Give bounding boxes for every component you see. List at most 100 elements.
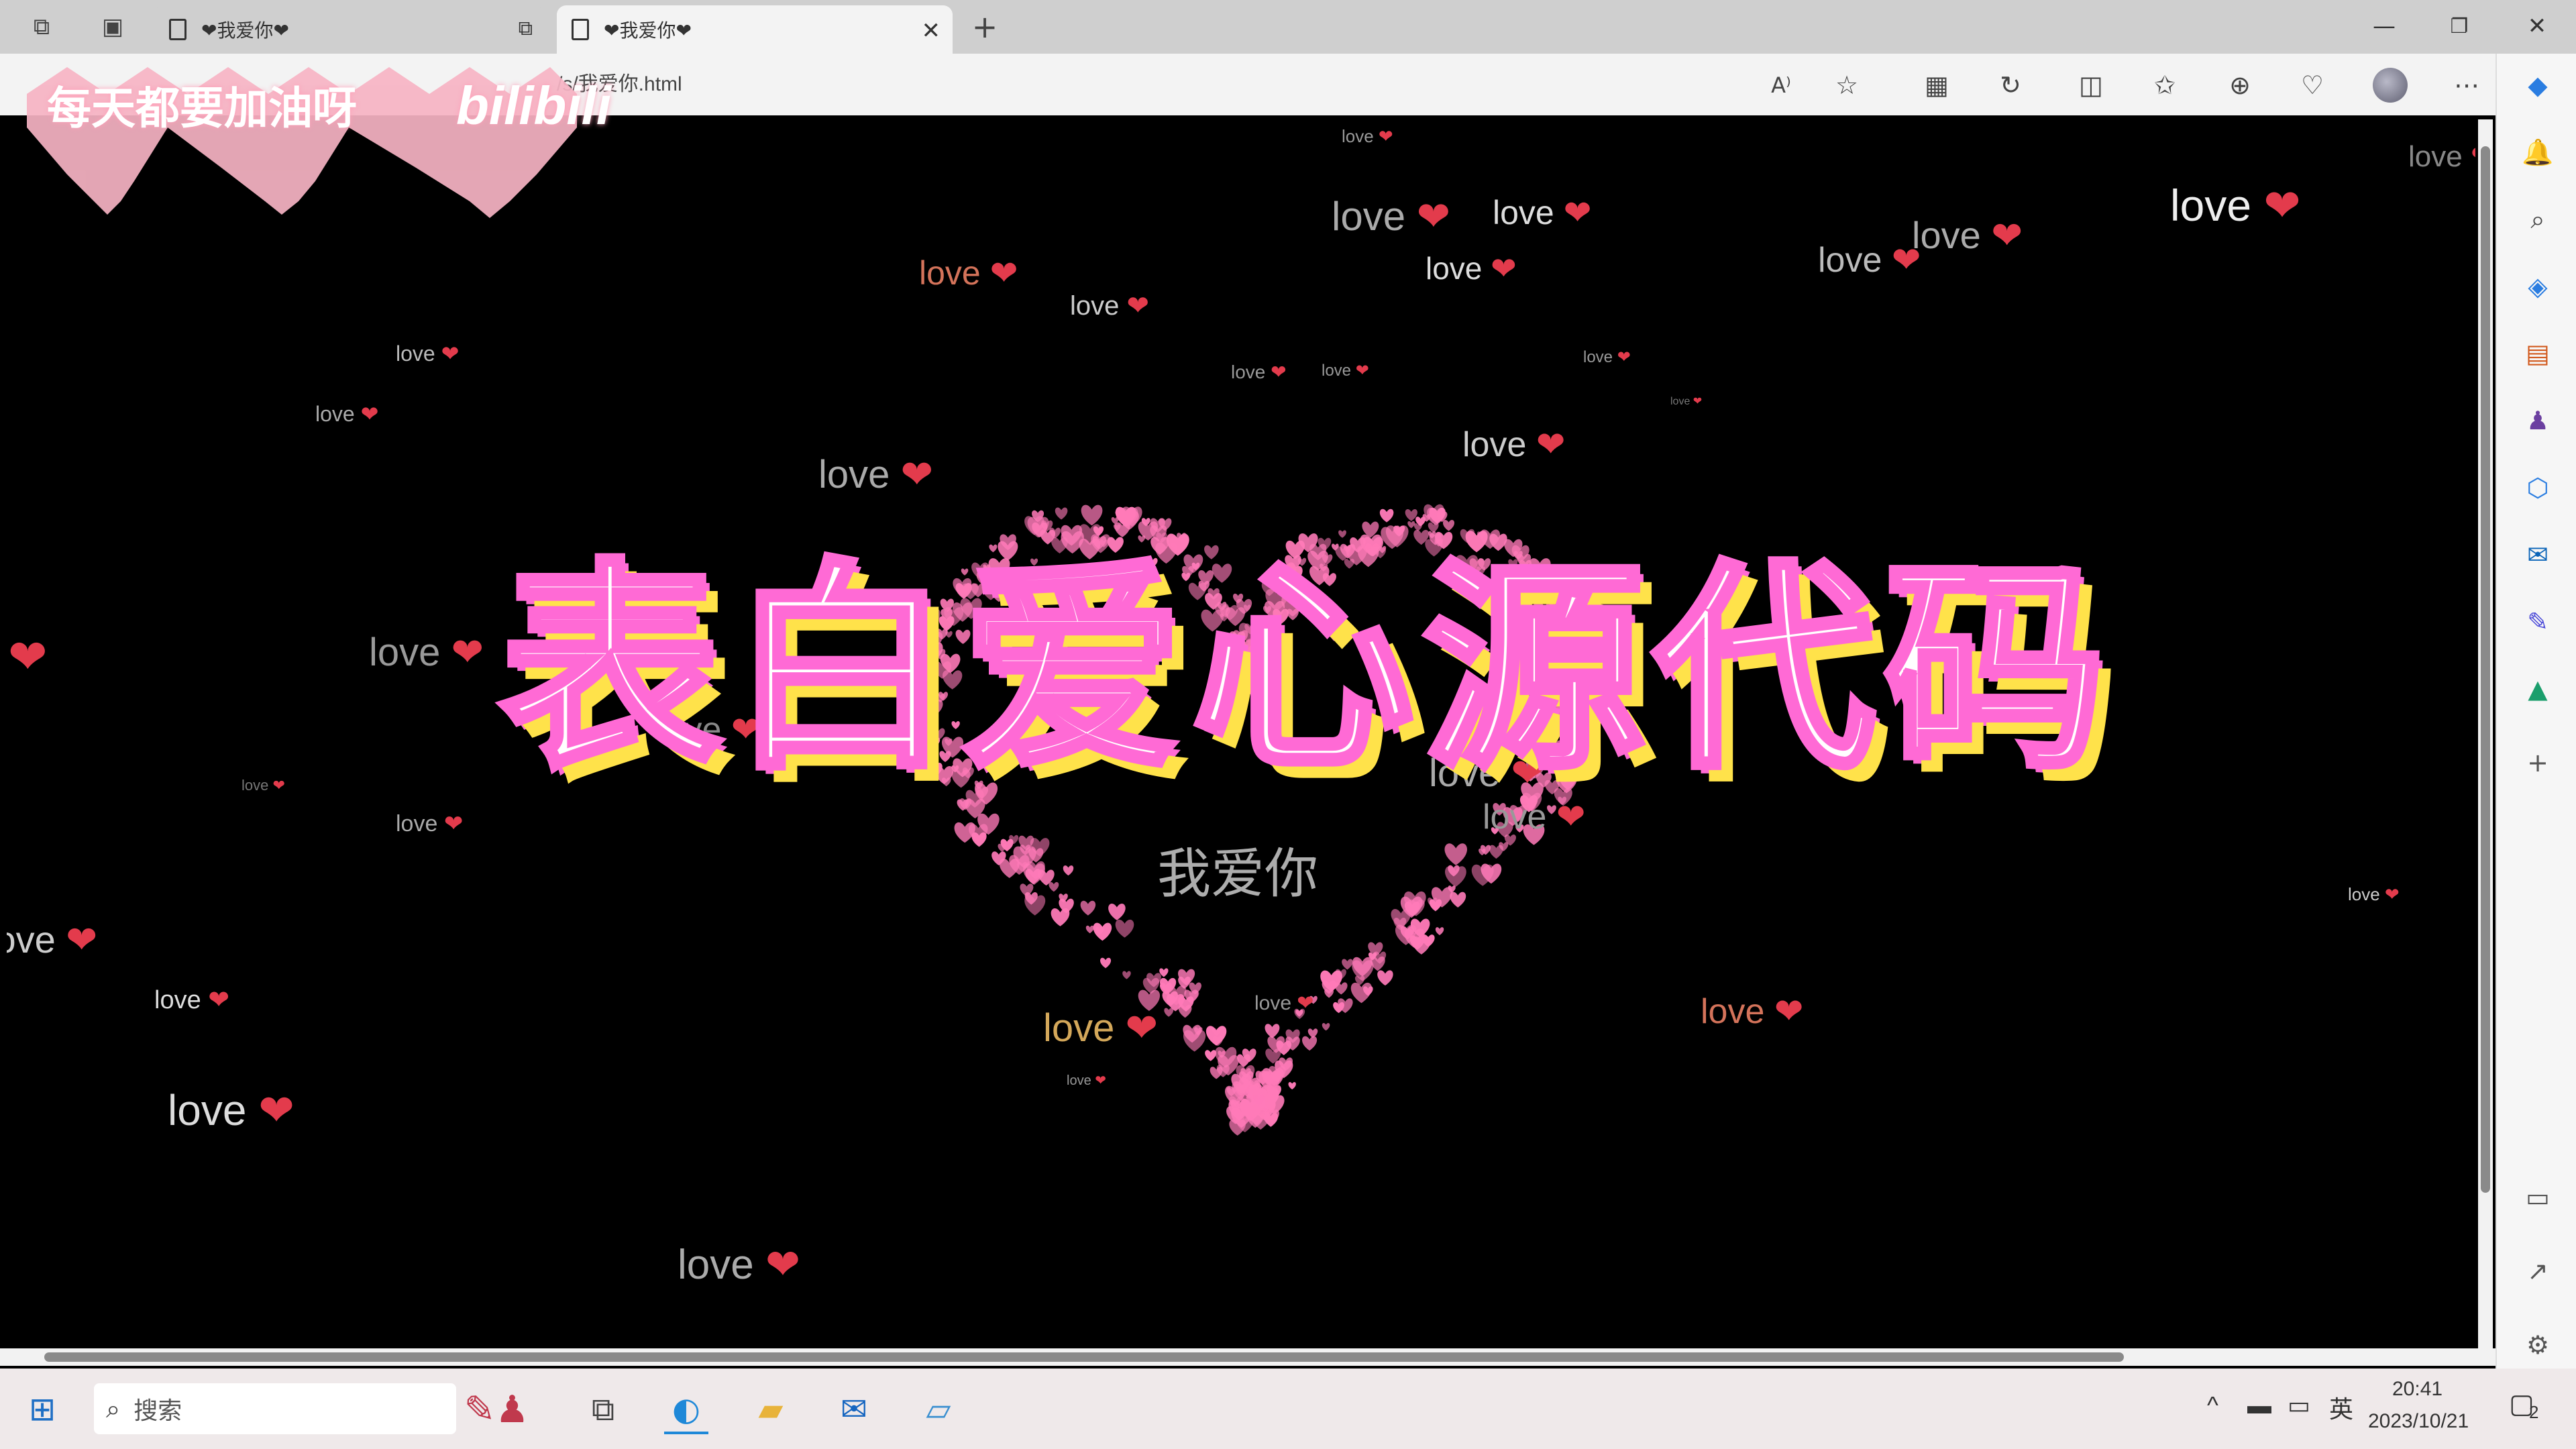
heart-particle — [1100, 957, 1112, 969]
tab-title: ❤我爱你❤ — [604, 20, 692, 41]
vertical-scrollbar[interactable] — [2478, 119, 2493, 1348]
screen-cast-icon[interactable]: ▭ — [2521, 1181, 2555, 1214]
refresh-extension-icon[interactable]: ↻ — [1992, 67, 2029, 103]
heart-particle — [1342, 959, 1353, 970]
workspaces-icon[interactable]: ⧉ — [27, 12, 56, 42]
games-icon[interactable]: ♟ — [2521, 404, 2555, 437]
open-external-icon[interactable]: ↗ — [2521, 1254, 2555, 1288]
heart-particle — [1435, 927, 1444, 936]
more-menu-icon[interactable]: ⋯ — [2449, 67, 2485, 103]
floating-love-text: love ❤ — [315, 402, 379, 426]
close-tab-icon[interactable]: ✕ — [922, 17, 941, 44]
floating-love-text: love ❤ — [1701, 992, 1804, 1031]
new-tab-button[interactable]: + — [970, 9, 1000, 45]
collections-icon[interactable]: ⊕ — [2222, 67, 2258, 103]
split-screen-icon[interactable]: ◫ — [2073, 67, 2109, 103]
floating-love-text: love ❤ — [1254, 992, 1314, 1014]
designer-icon[interactable]: ✎ — [2521, 605, 2555, 639]
heart-icon: ❤ — [989, 254, 1018, 292]
task-view-icon[interactable]: ⧉ — [581, 1387, 625, 1432]
clock-date[interactable]: 2023/10/21 — [2368, 1410, 2469, 1433]
heart-particle — [1444, 843, 1468, 865]
restore-icon[interactable]: ❐ — [2439, 9, 2479, 43]
heart-icon: ❤ — [1271, 362, 1287, 382]
floating-love-text: love ❤ — [154, 986, 230, 1014]
search-highlight-illustration-icon: ✎♟ — [464, 1387, 529, 1432]
heart-icon: ❤ — [1095, 1073, 1107, 1088]
scroll-thumb[interactable] — [44, 1352, 2124, 1362]
heart-icon: ❤ — [1297, 992, 1314, 1014]
floating-love-text: love ❤ — [678, 1242, 800, 1288]
window-close-icon[interactable]: ✕ — [2517, 9, 2557, 43]
tray-overflow-icon[interactable]: ^ — [2207, 1391, 2218, 1419]
microsoft-365-icon[interactable]: ⬡ — [2521, 471, 2555, 504]
floating-love-text: love ❤ — [369, 631, 484, 674]
heart-icon: ❤ — [441, 341, 460, 366]
clock-time[interactable]: 20:41 — [2392, 1378, 2443, 1401]
start-windows-icon[interactable]: ⊞ — [20, 1387, 64, 1432]
profile-avatar[interactable] — [2372, 67, 2408, 103]
read-aloud-icon[interactable]: A⁾ — [1763, 67, 1799, 103]
floating-love-text: love ❤ — [1493, 194, 1592, 231]
floating-love-text: love ❤ — [1462, 425, 1566, 464]
floating-love-text: love ❤ — [1332, 194, 1451, 239]
floating-love-text: love ❤ — [1231, 362, 1287, 382]
floating-love-text: love ❤ — [1043, 1006, 1159, 1050]
bell-icon[interactable]: 🔔 — [2521, 136, 2555, 169]
favorite-star-icon[interactable]: ☆ — [1829, 67, 1865, 103]
horizontal-scrollbar[interactable] — [0, 1348, 2496, 1366]
taskbar-search[interactable]: ⌕ 搜索 — [94, 1383, 456, 1434]
cheer-caption: 每天都要加油呀 — [47, 83, 357, 134]
tab-active[interactable]: ❤我爱你❤ ✕ — [557, 5, 953, 54]
heart-icon: ❤ — [1536, 425, 1566, 464]
search-icon[interactable]: ⌕ — [2521, 203, 2555, 236]
notepad-app-icon[interactable]: ▱ — [916, 1387, 961, 1432]
floating-love-text: love ❤ — [241, 777, 285, 794]
input-method-indicator[interactable]: 英 — [2329, 1390, 2353, 1425]
file-explorer-icon[interactable]: ▰ — [749, 1387, 793, 1432]
heart-icon: ❤ — [272, 777, 285, 794]
heart-particle — [1049, 881, 1059, 892]
browser-essentials-icon[interactable]: ♡ — [2294, 67, 2330, 103]
heart-particle — [1164, 1008, 1174, 1017]
heart-icon: ❤ — [2384, 884, 2400, 904]
network-icon[interactable]: ▭ — [2288, 1391, 2310, 1419]
notification-count: 2 — [2529, 1402, 2539, 1422]
heart-icon: ❤ — [66, 918, 98, 961]
outlook-app-icon[interactable]: ✉ — [832, 1387, 876, 1432]
heart-particle — [1063, 865, 1074, 876]
heart-particle — [1450, 892, 1466, 908]
battery-icon[interactable]: ▬ — [2247, 1391, 2271, 1419]
tools-briefcase-icon[interactable]: ▤ — [2521, 337, 2555, 370]
heart-particle — [1093, 922, 1112, 941]
heart-icon: ❤ — [258, 1086, 294, 1134]
floating-love-text: love ❤ — [1818, 241, 1921, 280]
heart-icon: ❤ — [1991, 214, 2023, 256]
scroll-thumb[interactable] — [2481, 146, 2490, 1193]
heart-particle — [1108, 903, 1126, 920]
video-title: 表白爱心源代码 — [496, 537, 2115, 802]
copilot-icon[interactable]: ◆ — [2521, 68, 2555, 102]
outlook-icon[interactable]: ✉ — [2521, 538, 2555, 572]
floating-love-text: love ❤ — [2348, 884, 2400, 904]
tab-actions-icon[interactable]: ▣ — [98, 12, 127, 42]
heart-icon: ❤ — [1378, 126, 1393, 146]
edge-browser-icon[interactable]: ◐ — [664, 1387, 708, 1434]
drop-icon[interactable]: ▲ — [2521, 672, 2555, 706]
extension-icon[interactable]: ▦ — [1919, 67, 1955, 103]
heart-icon: ❤ — [1774, 992, 1804, 1031]
settings-gear-icon[interactable]: ⚙ — [2521, 1328, 2555, 1362]
heart-icon: ❤ — [1563, 194, 1592, 231]
heart-icon: ❤ — [1617, 348, 1631, 366]
windows-taskbar: ⊞ ⌕ 搜索 ✎♟ ⧉ ◐ ▰ ✉ ▱ ^ ▬ ▭ 英 20:41 2023/1… — [0, 1368, 2576, 1449]
add-sidebar-item-icon[interactable]: + — [2521, 746, 2555, 780]
floating-love-text: love ❤ — [919, 254, 1018, 292]
tab-split-icon[interactable]: ⧉ — [519, 17, 533, 40]
tab-title: ❤我爱你❤ — [201, 20, 289, 41]
minimize-icon[interactable]: — — [2364, 9, 2404, 43]
heart-icon: ❤ — [2471, 140, 2475, 173]
favorites-icon[interactable]: ✩ — [2147, 67, 2183, 103]
heart-particle — [1210, 1067, 1223, 1079]
floating-love-text: love ❤ — [1067, 1073, 1107, 1088]
shopping-tag-icon[interactable]: ◈ — [2521, 270, 2555, 303]
